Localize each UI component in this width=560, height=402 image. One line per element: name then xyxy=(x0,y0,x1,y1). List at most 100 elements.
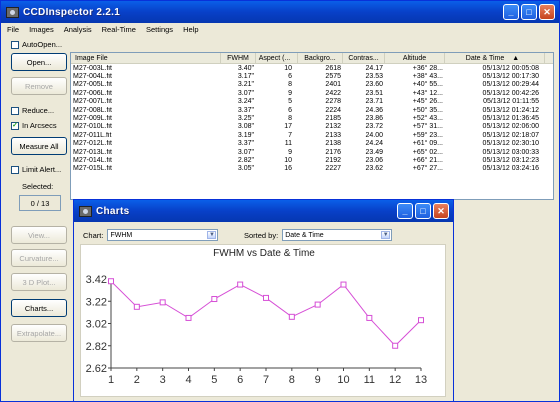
maximize-button[interactable]: □ xyxy=(521,4,537,20)
view-button[interactable]: View... xyxy=(11,226,67,244)
minimize-button[interactable]: _ xyxy=(503,4,519,20)
data-point-marker xyxy=(263,294,269,301)
table-row[interactable]: M27-007L.fit 3.24" 5 2278 23.71 +45° 26... 05/… xyxy=(71,98,553,106)
plot-3d-button[interactable]: 3 D Plot... xyxy=(11,273,67,291)
auto-open-option[interactable]: AutoOpen... xyxy=(11,40,62,49)
cell-contrast: 23.71 xyxy=(365,98,383,106)
open-button[interactable]: Open... xyxy=(11,53,67,71)
chart-select-value: FWHM xyxy=(110,231,133,239)
cell-contrast: 23.06 xyxy=(365,156,383,164)
sorted-by-select[interactable]: Date & Time ▼ xyxy=(282,229,393,241)
menu-help[interactable]: Help xyxy=(183,25,198,34)
data-point-marker xyxy=(314,301,321,308)
cell-contrast: 23.86 xyxy=(365,115,383,123)
table-row[interactable]: M27-009L.fit 3.25" 8 2185 23.86 +52° 43... 05/… xyxy=(71,114,553,122)
cell-altitude: +40° 55... xyxy=(412,81,443,89)
chevron-down-icon[interactable]: ▼ xyxy=(381,231,391,239)
menu-real-time[interactable]: Real-Time xyxy=(102,25,136,34)
sort-ascending-icon: ▲ xyxy=(512,54,520,62)
cell-altitude: +50° 35... xyxy=(412,106,443,114)
limit-alert-option[interactable]: Limit Alert... xyxy=(11,165,61,174)
table-row[interactable]: M27-003L.fit 3.40" 10 2618 24.17 +36° 28... 05… xyxy=(71,64,553,72)
col-altitude[interactable]: Altitude xyxy=(385,53,445,64)
cell-fwhm: 3.21" xyxy=(237,81,254,89)
cell-aspect: 7 xyxy=(288,131,292,139)
col-fwhm[interactable]: FWHM xyxy=(221,53,256,64)
reduce-checkbox[interactable] xyxy=(11,106,19,115)
cell-date-time: 05/13/12 01:11:55 xyxy=(483,98,539,106)
sorted-by-value: Date & Time xyxy=(285,231,324,239)
reduce-label: Reduce... xyxy=(22,106,55,115)
close-button[interactable]: ✕ xyxy=(539,4,555,20)
col-date-time[interactable]: Date & Time ▲ xyxy=(445,53,545,64)
cell-image-file: M27-011L.fit xyxy=(73,131,112,139)
cell-background: 2224 xyxy=(325,106,341,114)
menu-analysis[interactable]: Analysis xyxy=(64,25,92,34)
cell-image-file: M27-007L.fit xyxy=(73,98,112,106)
fwhm-chart: FWHM vs Date & Time 3.42 3.22 3.02 2.82 2.62… xyxy=(80,244,446,397)
col-aspect[interactable]: Aspect (... xyxy=(256,53,298,64)
charts-titlebar[interactable]: Charts _ □ ✕ xyxy=(74,200,453,222)
x-tick-label: 3 xyxy=(160,374,166,386)
chart-select[interactable]: FWHM ▼ xyxy=(107,229,219,241)
table-row[interactable]: M27-011L.fit 3.19" 7 2133 24.00 +59° 23... 05/… xyxy=(71,131,553,139)
table-row[interactable]: M27-008L.fit 3.37" 6 2224 24.36 +50° 35... 05/… xyxy=(71,106,553,114)
menubar: File Images Analysis Real-Time Settings … xyxy=(1,23,559,36)
cell-aspect: 9 xyxy=(288,148,292,156)
sort-selector-row: Sorted by: Date & Time ▼ xyxy=(244,229,393,241)
col-image-file[interactable]: Image File xyxy=(71,53,221,64)
table-row[interactable]: M27-012L.fit 3.37" 11 2138 24.24 +61° 09... 05… xyxy=(71,140,553,148)
table-row[interactable]: M27-014L.fit 2.82" 10 2192 23.06 +66° 21... 05… xyxy=(71,156,553,164)
sorted-by-label: Sorted by: xyxy=(244,230,279,240)
cell-image-file: M27-015L.fit xyxy=(73,165,112,173)
selected-count: 0 / 13 xyxy=(19,195,61,211)
cell-altitude: +57° 31... xyxy=(412,123,443,131)
data-point-marker xyxy=(418,317,424,324)
remove-button[interactable]: Remove xyxy=(11,77,67,95)
data-point-marker xyxy=(159,299,166,306)
cell-contrast: 24.24 xyxy=(365,140,383,148)
cell-altitude: +52° 43... xyxy=(412,115,443,123)
table-row[interactable]: M27-004L.fit 3.17" 6 2575 23.53 +38° 43... 05/… xyxy=(71,72,553,80)
charts-title: Charts xyxy=(96,205,130,217)
reduce-option[interactable]: Reduce... xyxy=(11,106,54,115)
menu-settings[interactable]: Settings xyxy=(146,25,173,34)
limit-alert-checkbox[interactable] xyxy=(11,165,19,174)
chart-selector-row: Chart: FWHM ▼ xyxy=(83,229,219,241)
main-titlebar[interactable]: CCDInspector 2.2.1 _ □ ✕ xyxy=(1,1,559,23)
table-row[interactable]: M27-010L.fit 3.08" 17 2132 23.72 +57° 31... 05… xyxy=(71,123,553,131)
measure-all-button[interactable]: Measure All xyxy=(11,137,67,155)
auto-open-checkbox[interactable] xyxy=(11,40,19,49)
extrapolate-button[interactable]: Extrapolate... xyxy=(11,324,67,342)
charts-close-button[interactable]: ✕ xyxy=(433,203,449,219)
table-row[interactable]: M27-015L.fit 3.05" 16 2227 23.62 +67° 27... 05… xyxy=(71,165,553,173)
chevron-down-icon[interactable]: ▼ xyxy=(207,231,217,239)
table-row[interactable]: M27-005L.fit 3.21" 8 2401 23.60 +40° 55... 05/… xyxy=(71,81,553,89)
x-tick-label: 13 xyxy=(415,374,427,386)
y-tick-label: 3.22 xyxy=(86,296,107,308)
image-table: Image File FWHM Aspect (... Backgro... C… xyxy=(70,52,554,200)
table-row[interactable]: M27-006L.fit 3.07" 9 2422 23.51 +43° 12... 05/… xyxy=(71,89,553,97)
data-point-marker xyxy=(237,281,244,288)
menu-file[interactable]: File xyxy=(7,25,19,34)
menu-images[interactable]: Images xyxy=(29,25,54,34)
charts-maximize-button[interactable]: □ xyxy=(415,203,431,219)
cell-background: 2278 xyxy=(325,98,341,106)
cell-contrast: 24.00 xyxy=(365,131,383,139)
cell-date-time: 05/13/12 03:12:23 xyxy=(482,156,539,164)
charts-minimize-button[interactable]: _ xyxy=(397,203,413,219)
in-arcsecs-option[interactable]: ✓ In Arcsecs xyxy=(11,121,57,130)
charts-window: Charts _ □ ✕ Chart: FWHM ▼ Sorted by: Da… xyxy=(73,199,454,402)
charts-button[interactable]: Charts... xyxy=(11,299,67,317)
cell-altitude: +65° 02... xyxy=(412,148,443,156)
data-point-marker xyxy=(133,303,140,310)
cell-image-file: M27-013L.fit xyxy=(73,148,112,156)
cell-aspect: 17 xyxy=(284,123,292,131)
col-contrast[interactable]: Contras... xyxy=(343,53,385,64)
cell-aspect: 8 xyxy=(288,115,292,123)
cell-contrast: 23.62 xyxy=(365,165,383,173)
curvature-button[interactable]: Curvature... xyxy=(11,249,67,267)
col-background[interactable]: Backgro... xyxy=(298,53,343,64)
table-row[interactable]: M27-013L.fit 3.07" 9 2176 23.49 +65° 02... 05/… xyxy=(71,148,553,156)
in-arcsecs-checkbox[interactable]: ✓ xyxy=(11,121,19,130)
